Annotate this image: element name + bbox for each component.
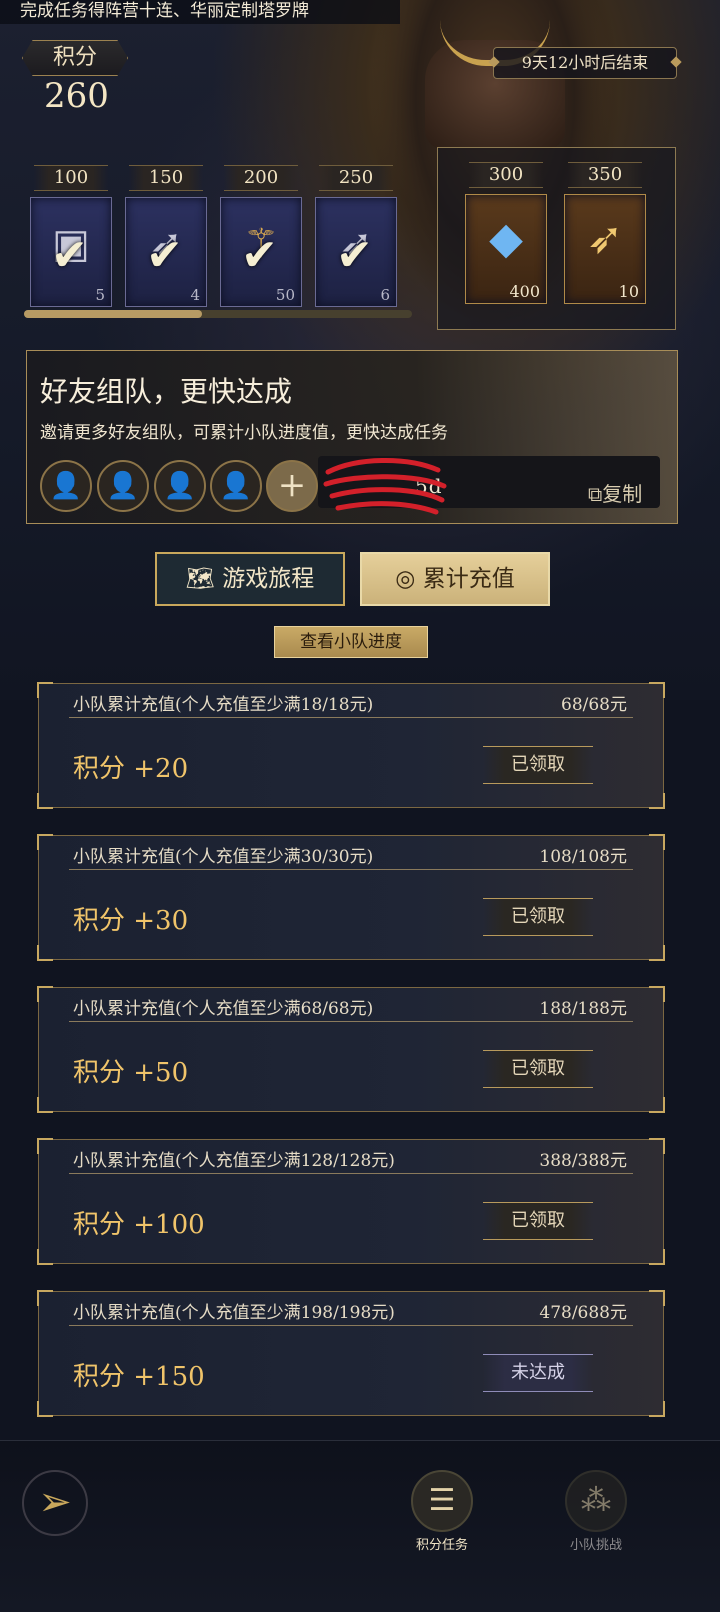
copy-icon: ⧉	[588, 482, 603, 506]
person-icon: 👤	[106, 471, 140, 501]
task-progress: 388/388元	[539, 1151, 627, 1171]
event-banner: 完成任务得阵营十连、华丽定制塔罗牌	[0, 0, 400, 24]
reward-milestone-150[interactable]: 150 ➶ ✔ 4	[125, 165, 207, 307]
task-reward: 积分 +150	[73, 1362, 205, 1392]
reward-quantity: 4	[190, 286, 200, 304]
divider	[69, 1021, 633, 1022]
task-reward: 积分 +30	[73, 906, 189, 936]
team-panel-description: 邀请更多好友组队，可累计小队进度值，更快达成任务	[40, 423, 448, 443]
not-reached-status-button[interactable]: 未达成	[483, 1354, 593, 1392]
view-team-progress-button[interactable]: 查看小队进度	[274, 626, 428, 658]
task-card: 小队累计充值(个人充值至少满128/128元) 388/388元 积分 +100…	[37, 1138, 665, 1265]
team-icon: ⁂	[565, 1470, 627, 1532]
reward-progress-fill	[24, 310, 202, 318]
task-card: 小队累计充值(个人充值至少满18/18元) 68/68元 积分 +20 已领取	[37, 682, 665, 809]
task-card: 小队累计充值(个人充值至少满30/30元) 108/108元 积分 +30 已领…	[37, 834, 665, 961]
golden-feather-icon: ➶	[586, 213, 624, 264]
task-title: 小队累计充值(个人充值至少满18/18元)	[73, 695, 374, 715]
reward-quantity: 400	[509, 282, 540, 301]
person-icon: 👤	[49, 471, 83, 501]
reward-cost: 150	[129, 165, 203, 191]
reward-milestone-250[interactable]: 250 ➶ ✔ 6	[315, 165, 397, 307]
nav-team-challenge[interactable]: ⁂ 小队挑战	[556, 1470, 636, 1553]
team-member-slot[interactable]: 👤	[154, 460, 206, 512]
team-member-slot[interactable]: 👤	[40, 460, 92, 512]
reward-cost: 200	[224, 165, 298, 191]
task-card: 小队累计充值(个人充值至少满68/68元) 188/188元 积分 +50 已领…	[37, 986, 665, 1113]
reward-quantity: 5	[95, 286, 105, 304]
tab-cumulative-recharge[interactable]: ◎ 累计充值	[360, 552, 550, 606]
check-icon: ✔	[336, 230, 373, 281]
nav-label: 积分任务	[415, 1538, 468, 1553]
reward-quantity: 50	[275, 286, 295, 304]
invite-add-button[interactable]: +	[266, 460, 318, 512]
coin-stack-icon: ☰	[411, 1470, 473, 1532]
score-label: 积分	[22, 40, 128, 76]
claimed-status-button[interactable]: 已领取	[483, 898, 593, 936]
reward-milestone-350[interactable]: 350 ➶ 10	[564, 162, 646, 304]
team-member-slot[interactable]: 👤	[97, 460, 149, 512]
back-button[interactable]: ➢	[22, 1470, 88, 1536]
reward-card[interactable]: ➶ 10	[564, 194, 646, 304]
crystal-icon: ◆	[489, 213, 523, 264]
divider	[69, 869, 633, 870]
task-reward: 积分 +50	[73, 1058, 189, 1088]
claimed-status-button[interactable]: 已领取	[483, 1050, 593, 1088]
task-title: 小队累计充值(个人充值至少满68/68元)	[73, 999, 374, 1019]
reward-card[interactable]: ▣ ✔ 5	[30, 197, 112, 307]
reward-milestone-200[interactable]: 200 ⚚ ✔ 50	[220, 165, 302, 307]
task-card: 小队累计充值(个人充值至少满198/198元) 478/688元 积分 +150…	[37, 1290, 665, 1417]
task-title: 小队累计充值(个人充值至少满30/30元)	[73, 847, 374, 867]
reward-card[interactable]: ⚚ ✔ 50	[220, 197, 302, 307]
reward-card[interactable]: ◆ 400	[465, 194, 547, 304]
map-icon: 🗺	[185, 566, 215, 592]
redaction-scribble	[323, 458, 447, 515]
reward-cost: 100	[34, 165, 108, 191]
task-progress: 108/108元	[539, 847, 627, 867]
reward-card[interactable]: ➶ ✔ 6	[315, 197, 397, 307]
nav-points-tasks[interactable]: ☰ 积分任务	[402, 1470, 482, 1553]
claimed-status-button[interactable]: 已领取	[483, 746, 593, 784]
reward-cost: 250	[319, 165, 393, 191]
tab-game-journey[interactable]: 🗺 游戏旅程	[155, 552, 345, 606]
team-panel-title: 好友组队，更快达成	[40, 375, 293, 408]
task-reward: 积分 +100	[73, 1210, 205, 1240]
claimed-status-button[interactable]: 已领取	[483, 1202, 593, 1240]
score-value: 260	[44, 76, 109, 116]
tab-label: 累计充值	[422, 566, 515, 592]
reward-cost: 300	[469, 162, 543, 188]
task-progress: 478/688元	[539, 1303, 627, 1323]
nav-label: 小队挑战	[569, 1538, 622, 1553]
task-progress: 188/188元	[539, 999, 627, 1019]
reward-quantity: 6	[380, 286, 390, 304]
team-member-slot[interactable]: 👤	[210, 460, 262, 512]
back-arrow-icon: ➢	[38, 1479, 72, 1525]
copy-label: 复制	[602, 482, 643, 506]
divider	[69, 717, 633, 718]
tab-label: 游戏旅程	[222, 566, 315, 592]
event-timer: 9天12小时后结束	[493, 47, 677, 79]
plus-icon: +	[277, 465, 307, 505]
divider	[69, 1325, 633, 1326]
reward-quantity: 10	[618, 282, 639, 301]
check-icon: ✔	[241, 230, 278, 281]
recharge-icon: ◎	[395, 566, 416, 592]
task-progress: 68/68元	[561, 695, 627, 715]
person-icon: 👤	[163, 471, 197, 501]
reward-card[interactable]: ➶ ✔ 4	[125, 197, 207, 307]
reward-milestone-300[interactable]: 300 ◆ 400	[465, 162, 547, 304]
divider	[69, 1173, 633, 1174]
task-title: 小队累计充值(个人充值至少满198/198元)	[73, 1303, 395, 1323]
check-icon: ✔	[146, 230, 183, 281]
task-title: 小队累计充值(个人充值至少满128/128元)	[73, 1151, 395, 1171]
check-icon: ✔	[51, 230, 88, 281]
reward-milestone-100[interactable]: 100 ▣ ✔ 5	[30, 165, 112, 307]
task-reward: 积分 +20	[73, 754, 189, 784]
person-icon: 👤	[219, 471, 253, 501]
copy-button[interactable]: ⧉复制	[588, 478, 642, 507]
reward-cost: 350	[568, 162, 642, 188]
